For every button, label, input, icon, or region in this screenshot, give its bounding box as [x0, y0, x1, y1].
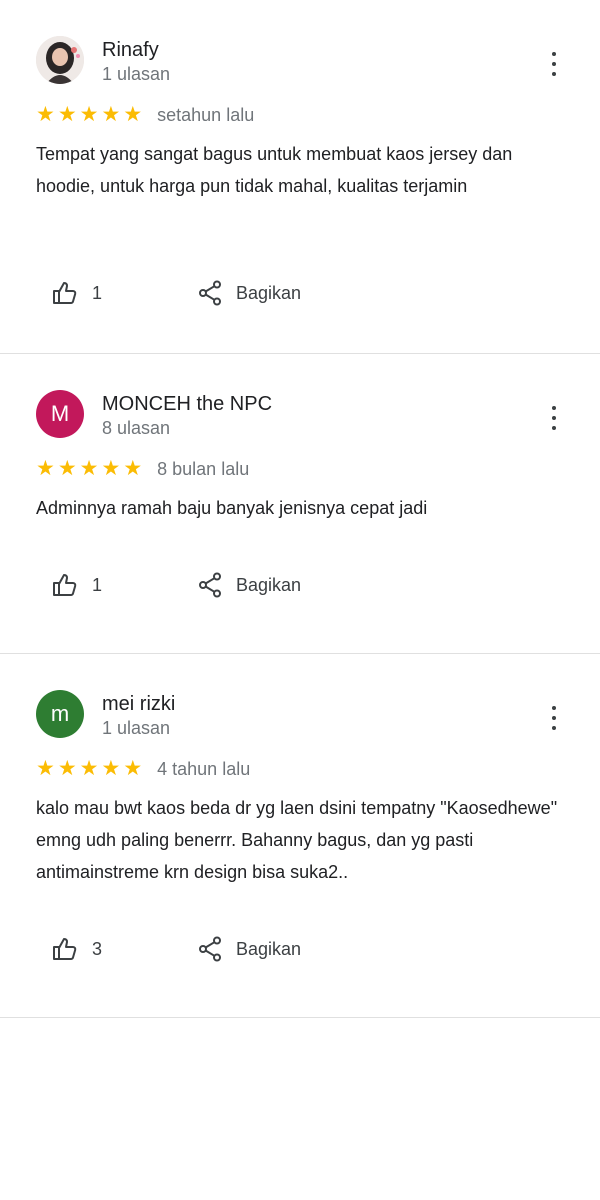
like-button[interactable]: 3: [52, 937, 102, 961]
rating-row: ★ ★ ★ ★ ★ 8 bulan lalu: [36, 458, 564, 480]
share-button[interactable]: Bagikan: [198, 936, 301, 962]
share-label: Bagikan: [236, 282, 302, 303]
avatar-letter: M: [50, 401, 70, 426]
share-label: Bagikan: [236, 574, 302, 595]
review-text: Tempat yang sangat bagus untuk membuat k…: [36, 144, 513, 196]
star-rating: ★ ★ ★ ★ ★: [36, 458, 145, 480]
like-button[interactable]: 1: [52, 573, 102, 597]
review-card: Rinafy 1 ulasan ★ ★ ★ ★ ★ setahun lalu T…: [0, 0, 600, 354]
star-rating: ★ ★ ★ ★ ★: [36, 758, 145, 780]
reviewer-name[interactable]: mei rizki: [102, 692, 175, 716]
share-icon: [199, 280, 222, 306]
like-count: 1: [92, 574, 103, 595]
star-icon: ★: [123, 757, 143, 780]
star-icon: ★: [123, 457, 143, 480]
thumb-up-icon: [53, 574, 77, 596]
avatar[interactable]: [36, 36, 84, 84]
rating-row: ★ ★ ★ ★ ★ 4 tahun lalu: [36, 758, 564, 780]
reviewer-info: mei rizki 1 ulasan: [102, 692, 175, 740]
avatar[interactable]: M: [36, 390, 84, 438]
more-options-icon[interactable]: [546, 706, 562, 730]
thumb-up-icon: [53, 282, 77, 304]
avatar[interactable]: m: [36, 690, 84, 738]
like-count: 1: [92, 282, 103, 303]
review-actions: 3 Bagikan: [52, 936, 301, 962]
star-icon: ★: [36, 457, 55, 480]
star-icon: ★: [57, 757, 77, 780]
review-time: setahun lalu: [157, 104, 255, 125]
star-icon: ★: [101, 457, 121, 480]
star-icon: ★: [101, 103, 121, 126]
review-actions: 1 Bagikan: [52, 572, 301, 598]
star-icon: ★: [36, 103, 55, 126]
review-text: Adminnya ramah baju banyak jenisnya cepa…: [36, 498, 428, 518]
star-rating: ★ ★ ★ ★ ★: [36, 104, 145, 126]
more-options-icon[interactable]: [546, 406, 562, 430]
share-icon: [199, 936, 222, 962]
more-options-icon[interactable]: [546, 52, 562, 76]
reviewer-review-count: 1 ulasan: [102, 718, 171, 738]
star-icon: ★: [36, 757, 55, 780]
share-button[interactable]: Bagikan: [198, 280, 301, 306]
share-icon: [199, 572, 222, 598]
like-button[interactable]: 1: [52, 281, 102, 305]
review-text: kalo mau bwt kaos beda dr yg laen dsini …: [36, 798, 558, 882]
share-button[interactable]: Bagikan: [198, 572, 301, 598]
review-actions: 1 Bagikan: [52, 280, 301, 306]
review-header: M MONCEH the NPC 8 ulasan: [36, 390, 564, 440]
rating-row: ★ ★ ★ ★ ★ setahun lalu: [36, 104, 564, 126]
star-icon: ★: [57, 103, 77, 126]
star-icon: ★: [79, 757, 99, 780]
share-label: Bagikan: [236, 938, 302, 959]
review-card: m mei rizki 1 ulasan ★ ★ ★ ★ ★ 4 tahun l…: [0, 654, 600, 1018]
reviewer-name[interactable]: Rinafy: [102, 38, 170, 62]
review-card: M MONCEH the NPC 8 ulasan ★ ★ ★ ★ ★ 8 bu…: [0, 354, 600, 654]
like-count: 3: [92, 938, 103, 959]
review-time: 8 bulan lalu: [157, 458, 250, 479]
star-icon: ★: [57, 457, 77, 480]
review-header: Rinafy 1 ulasan: [36, 36, 564, 86]
reviewer-info: MONCEH the NPC 8 ulasan: [102, 392, 272, 440]
reviewer-review-count: 8 ulasan: [102, 418, 171, 438]
star-icon: ★: [79, 103, 99, 126]
review-header: m mei rizki 1 ulasan: [36, 690, 564, 740]
reviewer-name[interactable]: MONCEH the NPC: [102, 392, 272, 416]
star-icon: ★: [123, 103, 143, 126]
review-time: 4 tahun lalu: [157, 758, 251, 779]
thumb-up-icon: [53, 938, 77, 960]
reviewer-info: Rinafy 1 ulasan: [102, 38, 170, 86]
star-icon: ★: [79, 457, 99, 480]
reviewer-review-count: 1 ulasan: [102, 64, 171, 84]
avatar-letter: m: [50, 701, 70, 726]
star-icon: ★: [101, 757, 121, 780]
